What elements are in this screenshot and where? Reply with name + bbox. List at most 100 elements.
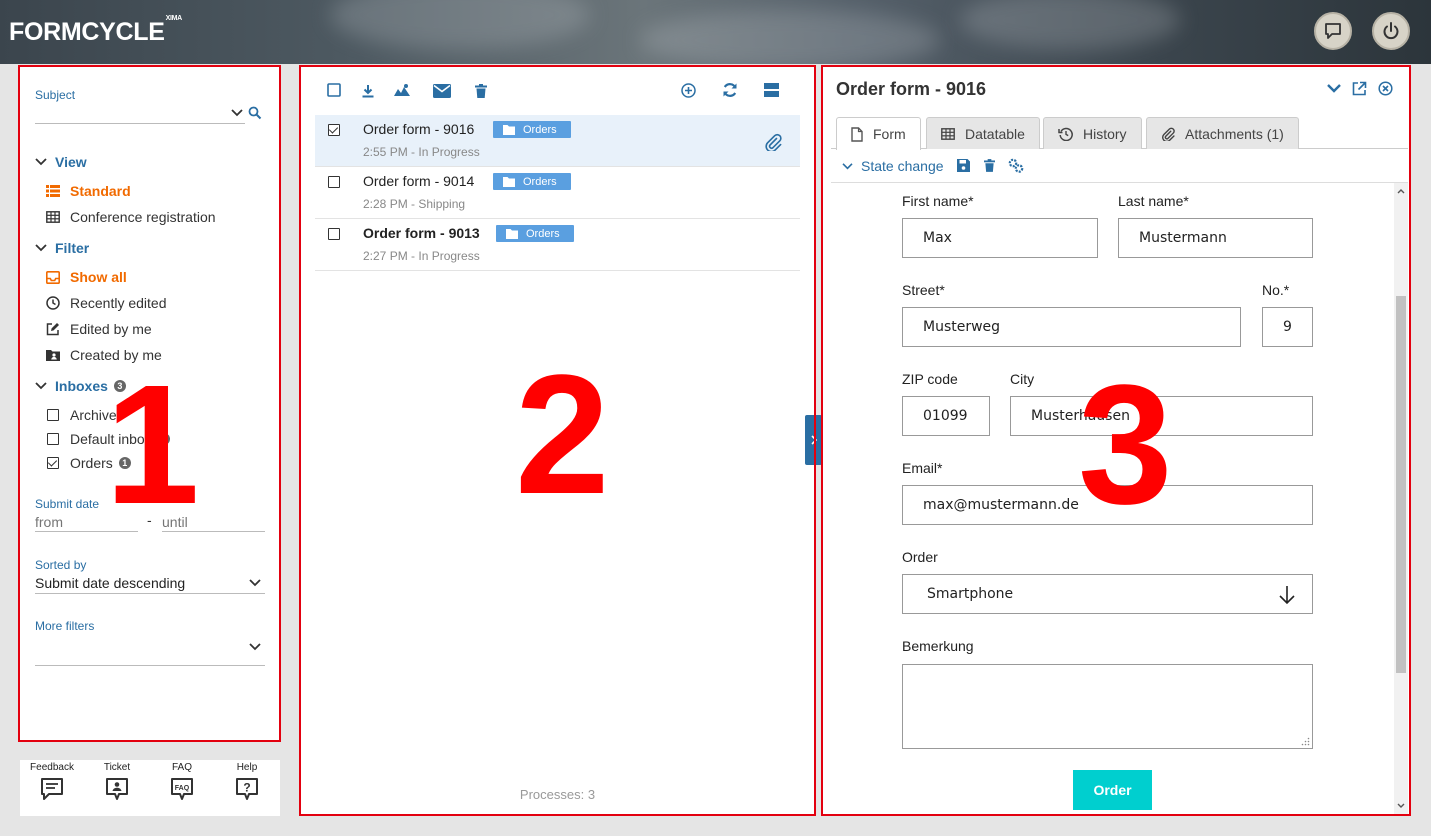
filter-item-show-all[interactable]: Show all xyxy=(46,269,127,285)
close-icon[interactable] xyxy=(1378,81,1393,96)
chevron-down-icon xyxy=(35,158,47,166)
number-field[interactable]: 9 xyxy=(1262,307,1313,347)
svg-text:FAQ: FAQ xyxy=(175,785,190,792)
send-mail-button[interactable] xyxy=(432,81,452,101)
process-count: Processes: 3 xyxy=(519,787,596,802)
detail-title: Order form - 9016 xyxy=(836,79,987,99)
subject-input[interactable] xyxy=(35,103,231,123)
tab-attachments[interactable]: Attachments (1) xyxy=(1146,117,1299,149)
last-name-field[interactable]: Mustermann xyxy=(1118,218,1313,258)
add-button[interactable] xyxy=(678,80,698,100)
faq-link[interactable]: FAQ FAQ xyxy=(153,762,211,801)
save-icon[interactable] xyxy=(957,159,970,172)
bulk-action-button[interactable] xyxy=(392,80,412,100)
sorted-by-label: Sorted by xyxy=(35,558,87,572)
panel-collapse-handle[interactable] xyxy=(805,415,822,465)
paperclip-icon[interactable] xyxy=(764,133,782,151)
checkbox[interactable] xyxy=(47,433,59,445)
scrollbar-thumb[interactable] xyxy=(1396,296,1406,673)
scroll-down-icon[interactable] xyxy=(1397,803,1405,809)
feedback-icon xyxy=(41,778,63,800)
mail-icon xyxy=(433,84,451,98)
filter-section-toggle[interactable]: Filter xyxy=(35,240,89,256)
folder-icon xyxy=(506,228,518,239)
list-item[interactable]: Order form - 9013 Orders 2:27 PM - In Pr… xyxy=(315,219,800,271)
row-checkbox[interactable] xyxy=(328,124,340,136)
annotation-number-1: 1 xyxy=(105,350,200,540)
zip-field[interactable]: 01099 xyxy=(902,396,990,436)
scroll-up-icon[interactable] xyxy=(1397,188,1405,194)
order-select[interactable]: Smartphone xyxy=(902,574,1313,614)
chevron-down-icon xyxy=(35,244,47,252)
form-scrollbar[interactable] xyxy=(1394,183,1408,815)
view-section-toggle[interactable]: View xyxy=(35,154,87,170)
delete-button[interactable] xyxy=(471,81,491,101)
chevron-down-icon[interactable] xyxy=(1326,83,1342,95)
chat-button[interactable] xyxy=(1314,12,1352,50)
refresh-button[interactable] xyxy=(720,80,740,100)
city-label: City xyxy=(1010,371,1035,387)
process-subtitle: 2:28 PM - Shipping xyxy=(363,197,466,211)
settings-icon[interactable] xyxy=(1008,158,1024,173)
resize-handle-icon[interactable] xyxy=(1301,737,1310,746)
email-label: Email* xyxy=(902,460,943,476)
layout-toggle-button[interactable] xyxy=(761,80,781,100)
state-change-button[interactable]: State change xyxy=(842,158,944,174)
folder-icon xyxy=(503,124,515,135)
help-link[interactable]: Help ? xyxy=(218,762,276,801)
search-icon[interactable] xyxy=(248,106,262,120)
street-field[interactable]: Musterweg xyxy=(902,307,1241,347)
inbox-icon xyxy=(46,270,60,284)
list-item[interactable]: Order form - 9014 Orders 2:28 PM - Shipp… xyxy=(315,167,800,219)
feedback-link[interactable]: Feedback xyxy=(23,762,81,801)
view-item-conference-registration[interactable]: Conference registration xyxy=(46,209,216,225)
chevron-right-icon xyxy=(810,435,817,445)
order-submit-button[interactable]: Order xyxy=(1073,770,1152,810)
tab-history[interactable]: History xyxy=(1043,117,1142,149)
subject-label: Subject xyxy=(35,88,76,102)
app-logo[interactable]: FORMCYCLEXIMA xyxy=(9,15,182,47)
select-all-button[interactable] xyxy=(324,80,344,100)
tab-datatable[interactable]: Datatable xyxy=(926,117,1040,149)
row-checkbox[interactable] xyxy=(328,176,340,188)
open-external-icon[interactable] xyxy=(1352,81,1367,96)
first-name-field[interactable]: Max xyxy=(902,218,1098,258)
inboxes-section-title: Inboxes xyxy=(55,378,108,394)
process-title: Order form - 9013 xyxy=(363,225,480,241)
download-button[interactable] xyxy=(358,81,378,101)
checkbox[interactable] xyxy=(47,409,59,421)
sorted-by-select[interactable]: Submit date descending xyxy=(35,575,185,591)
order-label: Order xyxy=(902,549,938,565)
chevron-down-icon[interactable] xyxy=(249,578,261,588)
faq-icon: FAQ xyxy=(171,778,193,800)
chevron-down-icon[interactable] xyxy=(249,642,261,652)
document-icon xyxy=(851,126,863,142)
filter-item-recently-edited[interactable]: Recently edited xyxy=(46,295,167,311)
list-icon xyxy=(46,185,60,197)
chevron-down-icon[interactable] xyxy=(231,108,243,118)
svg-text:?: ? xyxy=(243,781,250,795)
tab-form[interactable]: Form xyxy=(836,117,921,150)
ticket-link[interactable]: Ticket xyxy=(88,762,146,801)
remark-textarea[interactable] xyxy=(902,664,1313,749)
zip-label: ZIP code xyxy=(902,371,958,387)
power-icon xyxy=(1383,22,1399,40)
checkbox[interactable] xyxy=(47,457,59,469)
first-name-label: First name* xyxy=(902,193,974,209)
table-icon xyxy=(46,211,60,223)
more-filters-select[interactable] xyxy=(35,637,235,657)
filter-item-edited-by-me[interactable]: Edited by me xyxy=(46,321,152,337)
arrow-down-icon xyxy=(1279,586,1295,605)
logout-button[interactable] xyxy=(1372,12,1410,50)
delete-icon[interactable] xyxy=(984,159,995,172)
number-label: No.* xyxy=(1262,282,1290,298)
list-item[interactable]: Order form - 9016 Orders 2:55 PM - In Pr… xyxy=(315,115,800,167)
add-icon xyxy=(680,82,696,98)
view-item-standard[interactable]: Standard xyxy=(46,183,131,199)
submit-date-label: Submit date xyxy=(35,497,100,511)
row-checkbox[interactable] xyxy=(328,228,340,240)
edit-icon xyxy=(46,323,59,336)
paperclip-icon xyxy=(1161,127,1175,141)
inbox-tag: Orders xyxy=(493,121,571,138)
clock-icon xyxy=(46,296,60,310)
